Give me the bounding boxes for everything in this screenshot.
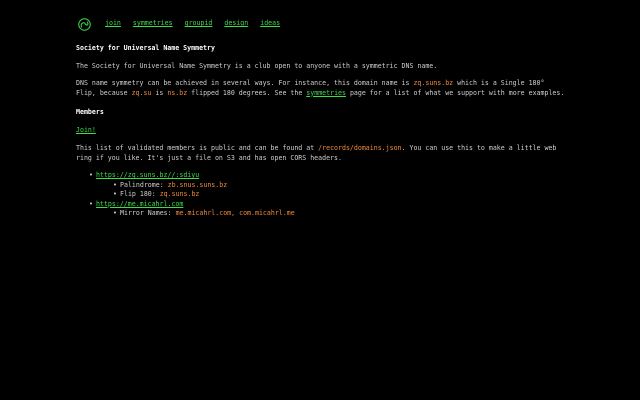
detail-label: Mirror Names: [120, 209, 176, 217]
members-heading: Members [76, 108, 104, 116]
nav-links: join symmetries groupid design ideas [105, 19, 292, 29]
domain-part-a: zq.su [131, 88, 152, 97]
yin-yang-swirl-icon[interactable] [78, 17, 91, 31]
detail-value: me.micahrl.com, com.micahrl.me [175, 209, 295, 217]
nav-link-design[interactable]: design [224, 19, 248, 29]
text: page for a list of what we support with … [345, 88, 565, 97]
page-title: Society for Universal Name Symmetry [76, 44, 215, 52]
records-paragraph: This list of validated members is public… [76, 144, 566, 163]
list-item: https://me.micahrl.com Mirror Names: me.… [89, 200, 566, 219]
nav-link-groupid[interactable]: groupid [185, 19, 213, 29]
list-item: Flip 180: zq.suns.bz [113, 190, 566, 200]
nav-link-ideas[interactable]: ideas [260, 19, 280, 29]
top-nav: join symmetries groupid design ideas [78, 16, 292, 32]
member-link[interactable]: https://zq.suns.bz//:sdiyu [96, 171, 199, 179]
list-item: Mirror Names: me.micahrl.com, com.micahr… [113, 209, 566, 219]
records-path: /records/domains.json [318, 144, 402, 152]
detail-value: zq.suns.bz [159, 190, 200, 198]
nav-link-join[interactable]: join [105, 19, 121, 29]
member-details: Palindrome: zb.snus.suns.bz Flip 180: zq… [96, 181, 566, 200]
nav-link-symmetries[interactable]: symmetries [133, 19, 173, 29]
list-item: https://zq.suns.bz//:sdiyu Palindrome: z… [89, 171, 566, 200]
text: is [151, 88, 168, 97]
list-item: Palindrome: zb.snus.suns.bz [113, 180, 566, 191]
text: DNS name symmetry can be achieved in sev… [76, 79, 414, 87]
member-link[interactable]: https://me.micahrl.com [96, 200, 183, 208]
main-content: Society for Universal Name Symmetry The … [76, 44, 566, 219]
detail-label: Flip 180: [120, 190, 160, 198]
symmetry-paragraph: DNS name symmetry can be achieved in sev… [76, 79, 566, 98]
member-details: Mirror Names: me.micahrl.com, com.micahr… [96, 209, 566, 219]
domain-name: zq.suns.bz [413, 79, 454, 87]
intro-paragraph: The Society for Universal Name Symmetry … [76, 61, 438, 70]
detail-label: Palindrome: [120, 180, 168, 189]
detail-value: zb.snus.suns.bz [167, 180, 228, 189]
symmetries-link[interactable]: symmetries [306, 89, 346, 97]
text: This list of validated members is public… [76, 144, 319, 152]
members-list: https://zq.suns.bz//:sdiyu Palindrome: z… [76, 171, 566, 219]
text: flipped 180 degrees. See the [187, 88, 307, 97]
domain-part-b: ns.bz [167, 88, 188, 97]
join-paragraph: Join! [76, 126, 566, 136]
join-link[interactable]: Join! [76, 126, 96, 134]
